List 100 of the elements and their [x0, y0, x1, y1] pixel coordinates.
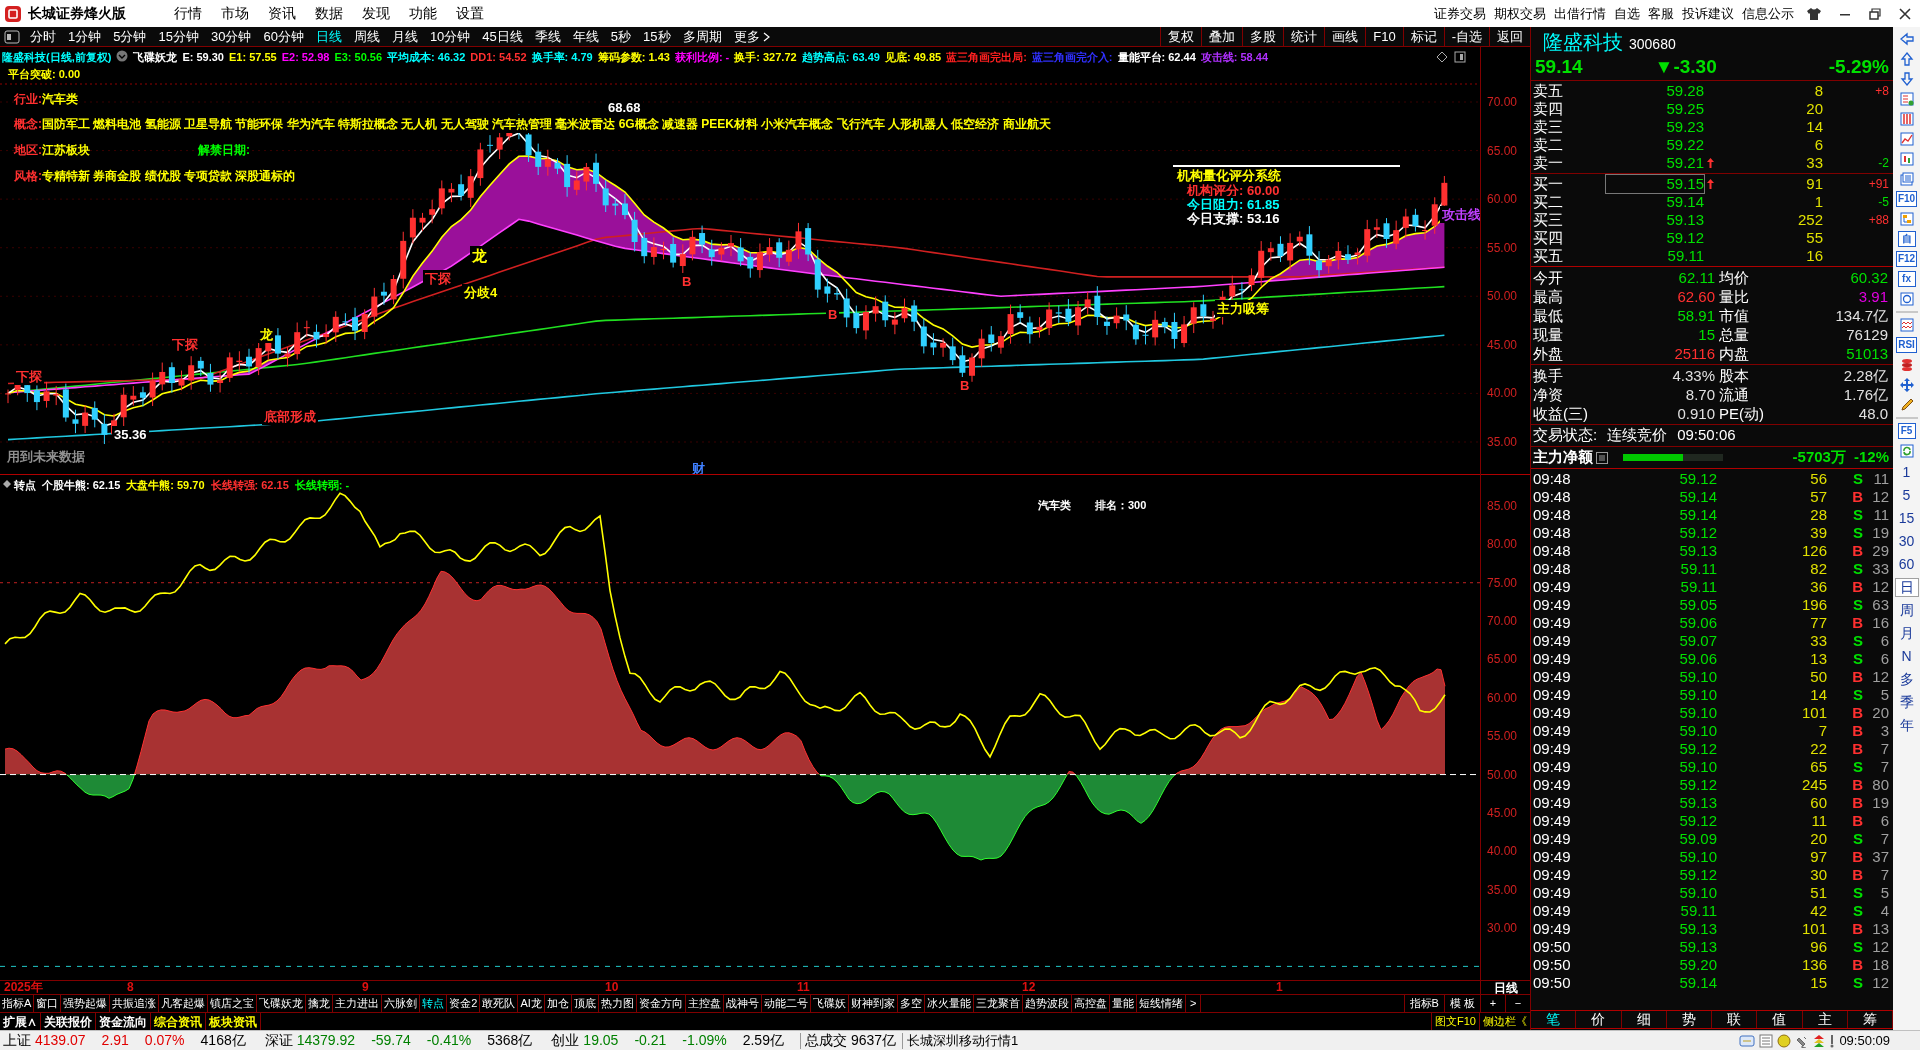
- menu-item[interactable]: 功能: [403, 3, 443, 24]
- indicator-tab[interactable]: 敢死队: [480, 995, 519, 1012]
- detail-tab[interactable]: 价: [1576, 1011, 1622, 1028]
- indicator-tab[interactable]: 热力图: [598, 995, 637, 1012]
- header-link[interactable]: 出借行情: [1550, 3, 1610, 24]
- sidebar-period[interactable]: 周: [1894, 601, 1919, 620]
- report-icon[interactable]: [1898, 91, 1915, 107]
- header-link[interactable]: 证券交易: [1430, 3, 1490, 24]
- restore-icon[interactable]: [1868, 6, 1882, 21]
- arrow-down-icon[interactable]: [1898, 71, 1915, 87]
- period-tab[interactable]: 日线: [309, 26, 348, 47]
- message-icon[interactable]: [1739, 1033, 1756, 1048]
- toolbar-button[interactable]: -自选: [1443, 27, 1489, 46]
- list-icon[interactable]: [1898, 171, 1915, 187]
- detail-tab[interactable]: 细: [1621, 1011, 1667, 1028]
- header-link[interactable]: 信息公示: [1738, 3, 1798, 24]
- period-tab[interactable]: 15秒: [637, 26, 677, 47]
- toolbar-button[interactable]: 统计: [1283, 27, 1325, 46]
- header-link[interactable]: 客服: [1644, 3, 1678, 24]
- arrow-up-icon[interactable]: [1898, 51, 1915, 67]
- indicator-tab[interactable]: 飞碟妖龙: [257, 995, 307, 1012]
- grid-icon[interactable]: [1898, 111, 1915, 127]
- indicator-tab[interactable]: 主控盘: [685, 995, 724, 1012]
- indicator-tab[interactable]: 凡客起爆: [159, 995, 209, 1012]
- period-tab[interactable]: 年线: [566, 26, 605, 47]
- arrow-left-icon[interactable]: [1898, 31, 1915, 47]
- period-tab[interactable]: 更多: [727, 26, 776, 47]
- toolbar-button[interactable]: 多股: [1242, 27, 1284, 46]
- period-tab[interactable]: 5分钟: [107, 26, 153, 47]
- detail-tab[interactable]: 联: [1712, 1011, 1758, 1028]
- sidebar-button[interactable]: F12: [1895, 251, 1918, 267]
- toolbar-button[interactable]: 标记: [1402, 27, 1444, 46]
- indicator-tab[interactable]: 冰火量能: [924, 995, 974, 1012]
- line-chart-icon[interactable]: [1898, 131, 1915, 147]
- indicator-tab[interactable]: 强势起爆: [61, 995, 111, 1012]
- sidebar-button[interactable]: F10: [1895, 191, 1918, 207]
- indicator-tab[interactable]: 模 板: [1443, 995, 1480, 1012]
- sidebar-period[interactable]: 日: [1894, 578, 1919, 597]
- sidebar-period[interactable]: 月: [1894, 624, 1919, 643]
- toolbar-button[interactable]: 画线: [1324, 27, 1366, 46]
- toolbar-button[interactable]: F10: [1365, 27, 1403, 46]
- sidebar-button[interactable]: 自: [1897, 231, 1916, 247]
- indicator-tab[interactable]: AI龙: [518, 995, 545, 1012]
- indicator-tab[interactable]: 窗口: [34, 995, 62, 1012]
- indicator-tab[interactable]: 共振追涨: [110, 995, 160, 1012]
- sidebar-period[interactable]: N: [1894, 647, 1919, 666]
- period-tab[interactable]: 周线: [347, 26, 386, 47]
- indicator-tab[interactable]: 三龙聚首: [973, 995, 1023, 1012]
- close-icon[interactable]: [1898, 6, 1912, 21]
- zoom-button[interactable]: +: [1480, 995, 1505, 1012]
- sidebar-period[interactable]: 60: [1894, 555, 1919, 574]
- sidebar-period[interactable]: 1: [1894, 463, 1919, 482]
- sidebar-period[interactable]: 30: [1894, 532, 1919, 551]
- coin-icon[interactable]: [1777, 1033, 1792, 1048]
- list-icon[interactable]: [1596, 451, 1608, 464]
- period-tab[interactable]: 60分钟: [257, 26, 310, 47]
- period-tab[interactable]: 5秒: [604, 26, 638, 47]
- indicator-tab[interactable]: 指标A: [0, 995, 35, 1012]
- period-tab[interactable]: 45日线: [476, 26, 529, 47]
- sidebar-period[interactable]: 5: [1894, 486, 1919, 505]
- chevron-down-icon[interactable]: [116, 50, 129, 62]
- indicator-tab[interactable]: 转点: [420, 995, 448, 1012]
- period-tab[interactable]: 分时: [24, 26, 62, 47]
- sidebar-button[interactable]: RSI: [1896, 337, 1917, 353]
- more-tabs-button[interactable]: >: [1185, 995, 1202, 1012]
- diamond-icon[interactable]: [2, 479, 12, 489]
- panel-toggle-icon[interactable]: [4, 29, 20, 44]
- menu-item[interactable]: 资讯: [262, 3, 302, 24]
- refresh-icon[interactable]: [1898, 443, 1915, 459]
- indicator-tab[interactable]: 趋势波段: [1022, 995, 1072, 1012]
- period-tab[interactable]: 15分钟: [152, 26, 205, 47]
- square-icon[interactable]: [1454, 51, 1466, 63]
- menu-item[interactable]: 行情: [168, 3, 208, 24]
- indicator-tab[interactable]: 短线情绪: [1136, 995, 1186, 1012]
- period-tab[interactable]: 30分钟: [204, 26, 258, 47]
- period-tab[interactable]: 季线: [528, 26, 567, 47]
- sidebar-period[interactable]: 多: [1894, 670, 1919, 689]
- sidebar-period[interactable]: 15: [1894, 509, 1919, 528]
- detail-tab[interactable]: 值: [1757, 1011, 1803, 1028]
- indicator-tab[interactable]: 高控盘: [1071, 995, 1110, 1012]
- detail-tab[interactable]: 势: [1666, 1011, 1712, 1028]
- period-tab[interactable]: 月线: [385, 26, 424, 47]
- shirt-icon[interactable]: [1806, 5, 1822, 22]
- indicator-tab[interactable]: 主力进出: [333, 995, 383, 1012]
- sidebar-period[interactable]: 年: [1894, 716, 1919, 735]
- period-tab[interactable]: 多周期: [676, 26, 728, 47]
- indicator-tab[interactable]: 镇店之宝: [208, 995, 258, 1012]
- menu-item[interactable]: 市场: [215, 3, 255, 24]
- menu-item[interactable]: 设置: [450, 3, 490, 24]
- order-price[interactable]: 59.15: [1606, 175, 1704, 193]
- header-link[interactable]: 期权交易: [1490, 3, 1550, 24]
- candlestick-icon[interactable]: [1898, 151, 1915, 167]
- toolbar-button[interactable]: 叠加: [1201, 27, 1243, 46]
- indicator-tab[interactable]: 多空: [897, 995, 925, 1012]
- move-icon[interactable]: [1898, 377, 1915, 393]
- indicator-tab[interactable]: 顶底: [571, 995, 599, 1012]
- pencil-icon[interactable]: [1898, 397, 1915, 413]
- menu-item[interactable]: 数据: [309, 3, 349, 24]
- indicator-tab[interactable]: 指标B: [1403, 995, 1444, 1012]
- header-link[interactable]: 自选: [1610, 3, 1644, 24]
